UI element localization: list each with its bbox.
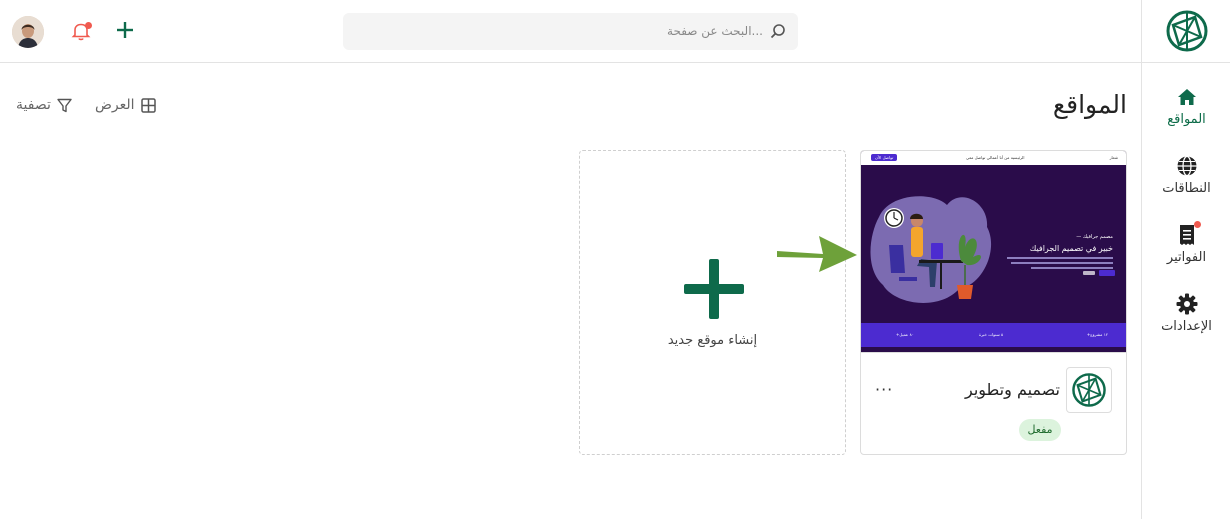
preview-headline: خبير في تصميم الجرافيك <box>1030 244 1113 253</box>
sidebar-item-label: الإعدادات <box>1161 319 1212 334</box>
preview-nav-links: الرئيسية من أنا أعمالي تواصل معي <box>966 155 1025 160</box>
plus-icon <box>117 22 133 38</box>
illustration: — مصمم جرافيك خبير في تصميم الجرافيك <box>870 196 1115 303</box>
arrow-icon <box>777 236 857 272</box>
sidebar-item-label: النطاقات <box>1162 181 1211 196</box>
filter-label: تصفية <box>16 97 51 113</box>
add-button[interactable] <box>116 21 134 39</box>
create-site-card[interactable]: إنشاء موقع جديد <box>579 150 846 455</box>
status-badge: مفعل <box>1019 419 1061 441</box>
preview-stat: +٨٠ عميل <box>896 332 914 337</box>
site-preview[interactable]: تواصل الآن الرئيسية من أنا أعمالي تواصل … <box>861 151 1126 353</box>
sidebar: المواقع النطاقات الفواتير الإعدادات <box>1141 0 1230 519</box>
globe-icon <box>1176 155 1198 177</box>
gear-icon <box>1176 293 1198 315</box>
sidebar-item-domains[interactable]: النطاقات <box>1142 155 1230 196</box>
logo[interactable] <box>1142 0 1230 63</box>
preview-stat: +١٢ مشروع <box>1086 332 1108 337</box>
preview-brand: شعار <box>1109 155 1118 160</box>
grid-icon <box>140 97 156 113</box>
page-title: المواقع <box>1052 90 1127 119</box>
user-photo-icon <box>12 16 44 48</box>
search-input[interactable]: البحث عن صفحة... <box>343 13 798 50</box>
preview-stat: ٥ سنوات خبرة <box>979 332 1004 337</box>
sidebar-item-invoices[interactable]: الفواتير <box>1142 221 1230 265</box>
notification-dot <box>85 22 92 29</box>
preview-subtitle: — مصمم جرافيك <box>1076 234 1113 240</box>
more-options-button[interactable]: ··· <box>875 380 893 399</box>
preview-nav: تواصل الآن الرئيسية من أنا أعمالي تواصل … <box>861 151 1126 165</box>
sidebar-item-sites[interactable]: المواقع <box>1142 86 1230 127</box>
create-site-label: إنشاء موقع جديد <box>667 333 758 348</box>
site-logo-icon <box>1072 373 1106 407</box>
filter-button[interactable]: تصفية <box>16 97 72 113</box>
preview-nav-button: تواصل الآن <box>871 154 898 161</box>
view-label: العرض <box>95 97 135 113</box>
sidebar-item-label: الفواتير <box>1166 250 1207 265</box>
brand-logo-icon <box>1166 10 1207 52</box>
search-icon <box>770 24 785 39</box>
preview-stats-bar: +١٢ مشروع ٥ سنوات خبرة +٨٠ عميل <box>861 323 1126 347</box>
site-card[interactable]: تواصل الآن الرئيسية من أنا أعمالي تواصل … <box>860 150 1127 455</box>
site-name: تصميم وتطوير <box>965 380 1060 399</box>
notification-dot <box>1193 221 1201 228</box>
receipt-icon <box>1176 221 1201 246</box>
sidebar-item-settings[interactable]: الإعدادات <box>1142 293 1230 334</box>
notifications-button[interactable] <box>70 20 92 42</box>
view-button[interactable]: العرض <box>95 97 156 113</box>
plus-icon <box>684 259 744 319</box>
avatar[interactable] <box>12 16 44 48</box>
site-logo <box>1066 367 1112 413</box>
filter-icon <box>57 98 72 112</box>
search-placeholder: البحث عن صفحة... <box>667 24 763 38</box>
sidebar-item-label: المواقع <box>1167 112 1206 127</box>
home-icon <box>1176 86 1198 108</box>
top-bar: البحث عن صفحة... <box>0 0 1141 63</box>
